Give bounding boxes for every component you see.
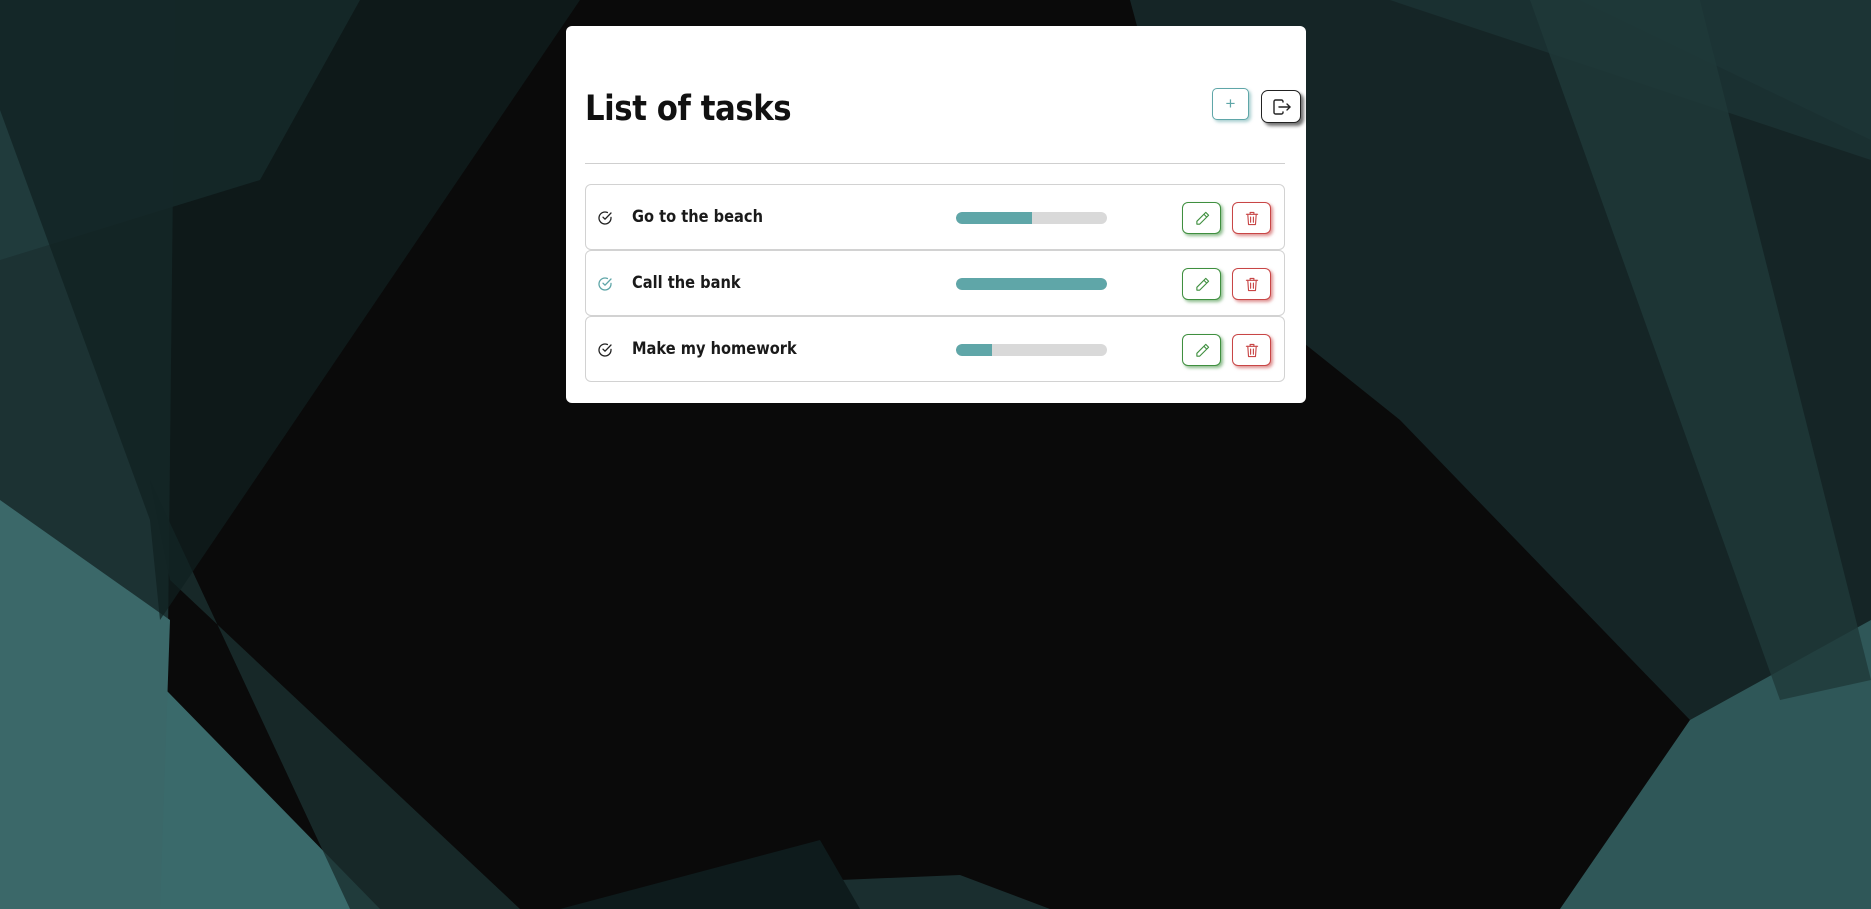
task-name: Go to the beach xyxy=(632,207,763,227)
task-progress-fill xyxy=(956,278,1107,290)
task-progress-bar xyxy=(956,212,1107,224)
delete-task-button[interactable] xyxy=(1232,334,1271,366)
task-name: Make my homework xyxy=(632,339,797,359)
task-progress-bar xyxy=(956,278,1107,290)
task-progress-fill xyxy=(956,344,993,356)
delete-task-button[interactable] xyxy=(1232,268,1271,300)
task-list: Go to the beach Call the bank Make my ho… xyxy=(585,184,1285,382)
edit-task-button[interactable] xyxy=(1182,268,1221,300)
header-divider xyxy=(585,163,1285,164)
page-title: List of tasks xyxy=(585,89,792,129)
task-row: Go to the beach xyxy=(585,184,1285,250)
trash-icon xyxy=(1245,343,1259,358)
task-row: Make my homework xyxy=(585,316,1285,382)
pencil-icon xyxy=(1196,211,1210,225)
pencil-icon xyxy=(1196,277,1210,291)
edit-task-button[interactable] xyxy=(1182,202,1221,234)
trash-icon xyxy=(1245,211,1259,226)
edit-task-button[interactable] xyxy=(1182,334,1221,366)
task-name: Call the bank xyxy=(632,273,741,293)
check-circle-icon[interactable] xyxy=(597,210,613,226)
check-circle-icon[interactable] xyxy=(597,276,613,292)
plus-icon: + xyxy=(1225,94,1236,113)
delete-task-button[interactable] xyxy=(1232,202,1271,234)
task-card: List of tasks + Go to the beach Call the… xyxy=(566,26,1306,403)
add-task-button[interactable]: + xyxy=(1212,88,1249,120)
check-circle-icon[interactable] xyxy=(597,342,613,358)
logout-button[interactable] xyxy=(1261,90,1301,123)
task-progress-fill xyxy=(956,212,1032,224)
card-header: List of tasks + xyxy=(585,84,1301,134)
trash-icon xyxy=(1245,277,1259,292)
task-row: Call the bank xyxy=(585,250,1285,316)
logout-icon xyxy=(1273,99,1291,115)
task-progress-bar xyxy=(956,344,1107,356)
pencil-icon xyxy=(1196,343,1210,357)
